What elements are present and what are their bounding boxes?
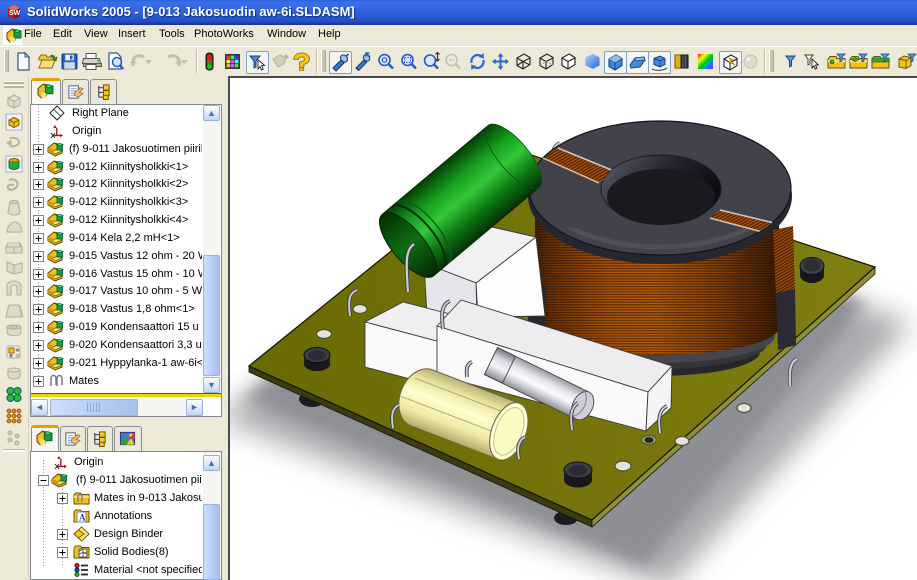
svg-text:SW: SW: [9, 10, 21, 17]
